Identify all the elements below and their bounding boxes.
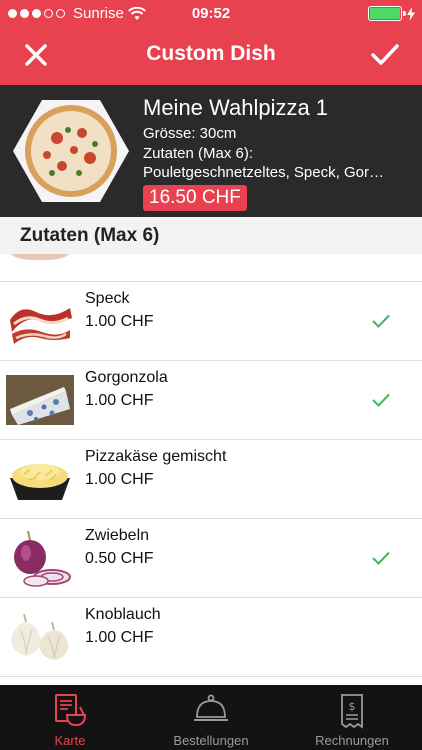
ingredient-price: 1.00 CHF	[85, 629, 154, 646]
ingredient-price: 1.00 CHF	[85, 392, 154, 409]
check-icon	[372, 314, 390, 328]
ingredient-name: Zwiebeln	[85, 527, 150, 544]
list-item-pizzakaese[interactable]: Pizzakäse gemischt 1.00 CHF	[0, 440, 422, 519]
ingredient-list[interactable]: Speck 1.00 CHF Gorgonzola 1.00 CHF Pizza…	[0, 254, 422, 685]
tab-karte[interactable]: Karte	[0, 685, 140, 750]
tab-bestellungen[interactable]: Bestellungen	[141, 685, 281, 750]
charging-bolt-icon	[407, 6, 415, 21]
dish-ingredients-label: Zutaten (Max 6):	[143, 145, 254, 162]
battery-icon	[368, 6, 406, 21]
dish-price-badge: 16.50 CHF	[143, 185, 247, 211]
menu-card-icon	[55, 694, 87, 727]
grated-cheese-image	[10, 464, 70, 500]
dish-size: Grösse: 30cm	[143, 125, 237, 142]
tab-bar: Karte Bestellungen $ Rechnungen	[0, 685, 422, 750]
status-bar: Sunrise 09:52	[0, 0, 422, 28]
section-title: Zutaten (Max 6)	[20, 225, 160, 246]
gorgonzola-image	[6, 375, 74, 425]
ingredient-image	[10, 254, 70, 260]
section-header: Zutaten (Max 6)	[0, 217, 422, 254]
ingredient-name: Speck	[85, 290, 130, 307]
ingredient-price: 1.00 CHF	[85, 471, 154, 488]
battery-area	[368, 6, 416, 21]
bacon-image	[10, 308, 72, 344]
navigation-bar: Custom Dish	[0, 28, 422, 84]
page-title: Custom Dish	[146, 42, 276, 65]
dish-ingredients-list: Pouletgeschnetzeltes, Speck, Gor…	[143, 164, 384, 181]
list-item-zwiebeln[interactable]: Zwiebeln 0.50 CHF	[0, 519, 422, 598]
tab-rechnungen[interactable]: $ Rechnungen	[282, 685, 422, 750]
checkmark-icon[interactable]	[370, 40, 400, 70]
garlic-image	[11, 613, 69, 660]
ingredient-price: 0.50 CHF	[85, 550, 154, 567]
tab-label: Bestellungen	[173, 733, 249, 748]
ingredient-name: Knoblauch	[85, 606, 161, 623]
cloche-icon	[194, 694, 228, 721]
svg-text:$: $	[349, 700, 356, 713]
ingredient-name: Gorgonzola	[85, 369, 168, 386]
onion-image	[14, 530, 71, 587]
top-bar: Sunrise 09:52 Custom Dish	[0, 0, 422, 85]
check-icon	[372, 393, 390, 407]
dish-summary: Meine Wahlpizza 1 Grösse: 30cm Zutaten (…	[0, 85, 422, 217]
pizza-image	[13, 100, 129, 202]
receipt-icon: $	[341, 694, 363, 729]
status-time: 09:52	[191, 5, 231, 22]
list-item-speck[interactable]: Speck 1.00 CHF	[0, 282, 422, 361]
check-icon	[372, 551, 390, 565]
tab-label: Karte	[54, 733, 86, 748]
list-item-knoblauch[interactable]: Knoblauch 1.00 CHF	[0, 598, 422, 677]
list-item-gorgonzola[interactable]: Gorgonzola 1.00 CHF	[0, 361, 422, 440]
ingredient-name: Pizzakäse gemischt	[85, 448, 227, 465]
list-item-partial[interactable]	[0, 254, 422, 282]
dish-name: Meine Wahlpizza 1	[143, 95, 329, 120]
ingredient-price: 1.00 CHF	[85, 313, 154, 330]
tab-label: Rechnungen	[315, 733, 389, 748]
